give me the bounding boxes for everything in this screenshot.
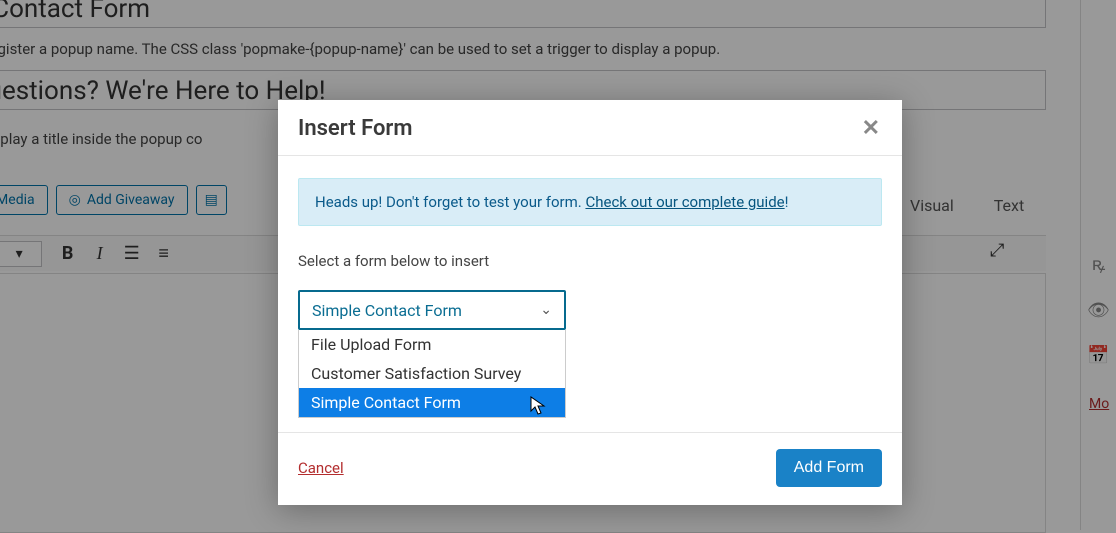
modal-title: Insert Form: [298, 116, 412, 141]
chevron-down-icon: ⌄: [540, 302, 552, 318]
select-form-label: Select a form below to insert: [298, 252, 882, 270]
form-select-value: Simple Contact Form: [312, 301, 462, 320]
notice-link[interactable]: Check out our complete guide: [585, 193, 784, 211]
insert-form-modal: Insert Form ✕ Heads up! Don't forget to …: [278, 100, 902, 505]
form-option[interactable]: File Upload Form: [299, 330, 565, 359]
modal-header: Insert Form ✕: [278, 100, 902, 156]
notice-text: Heads up! Don't forget to test your form…: [315, 193, 585, 211]
close-icon[interactable]: ✕: [862, 116, 880, 141]
modal-body: Heads up! Don't forget to test your form…: [278, 156, 902, 332]
notice-banner: Heads up! Don't forget to test your form…: [298, 178, 882, 226]
form-select[interactable]: Simple Contact Form ⌄: [298, 290, 566, 330]
form-select-wrap: Simple Contact Form ⌄ File Upload FormCu…: [298, 290, 882, 330]
notice-post: !: [785, 193, 789, 211]
form-dropdown: File Upload FormCustomer Satisfaction Su…: [298, 330, 566, 418]
cancel-button[interactable]: Cancel: [298, 459, 344, 477]
modal-footer: Cancel Add Form: [278, 432, 902, 505]
form-option[interactable]: Simple Contact Form: [299, 388, 565, 417]
add-form-button[interactable]: Add Form: [776, 449, 882, 487]
form-option[interactable]: Customer Satisfaction Survey: [299, 359, 565, 388]
